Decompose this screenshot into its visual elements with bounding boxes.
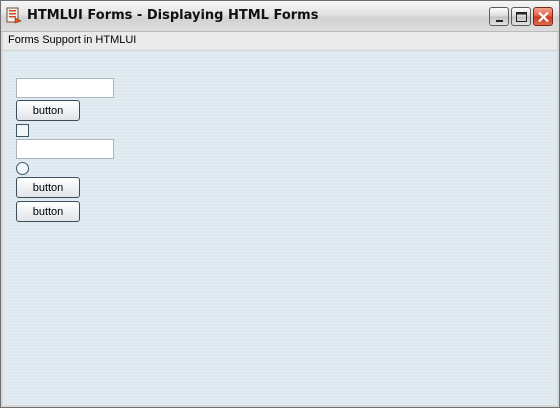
minimize-icon [496, 20, 503, 22]
app-window: HTMLUI Forms - Displaying HTML Forms For… [0, 0, 560, 408]
window-title: HTMLUI Forms - Displaying HTML Forms [27, 8, 319, 23]
button-3[interactable]: button [16, 201, 80, 222]
text-field-1[interactable] [16, 78, 114, 98]
radio-button[interactable] [16, 162, 29, 175]
close-icon [538, 11, 549, 23]
page-title-bar: Forms Support in HTMLUI [3, 32, 557, 51]
app-document-icon[interactable] [6, 7, 22, 24]
text-field-2[interactable] [16, 139, 114, 159]
maximize-icon [516, 12, 527, 22]
page-title: Forms Support in HTMLUI [8, 34, 137, 46]
html-content-area: Forms Support in HTMLUI button button bu… [3, 32, 557, 405]
maximize-button[interactable] [511, 7, 531, 26]
close-button[interactable] [533, 7, 553, 26]
minimize-button[interactable] [489, 7, 509, 26]
checkbox[interactable] [16, 124, 29, 137]
button-2[interactable]: button [16, 177, 80, 198]
button-1[interactable]: button [16, 100, 80, 121]
title-bar[interactable]: HTMLUI Forms - Displaying HTML Forms [1, 1, 559, 32]
